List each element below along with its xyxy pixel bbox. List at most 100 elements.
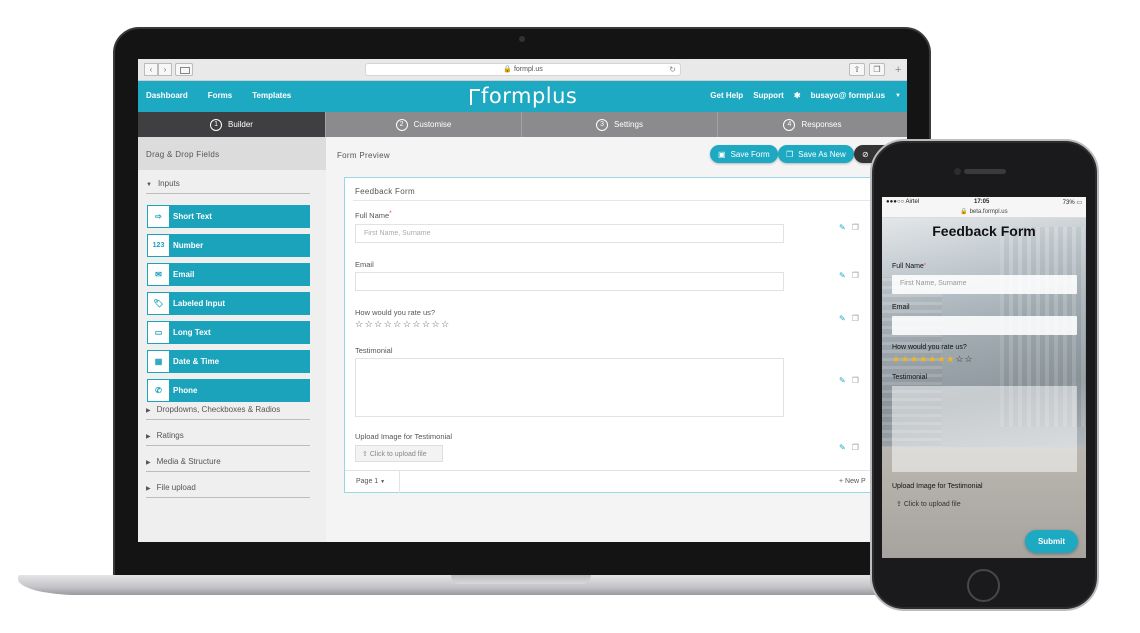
- user-menu[interactable]: busayo@ formpl.us: [811, 91, 885, 100]
- edit-icon[interactable]: ✎: [839, 271, 846, 280]
- step-customise[interactable]: 2 Customise: [326, 112, 522, 137]
- field-labeled-input[interactable]: 🏷 Labeled Input: [147, 292, 310, 315]
- step-responses[interactable]: 4 Responses: [718, 112, 907, 137]
- field-label: Date & Time: [173, 357, 220, 366]
- sidebar-toggle-icon[interactable]: [175, 63, 193, 76]
- section-label: Ratings: [156, 431, 184, 440]
- phone-rating-stars[interactable]: ★★★★★★★☆☆: [892, 354, 974, 365]
- caret-down-icon: ▼: [146, 182, 152, 188]
- share-icon[interactable]: ⇧: [849, 63, 865, 76]
- stars-empty: ☆☆: [955, 354, 974, 364]
- new-page-button[interactable]: + New P: [839, 478, 866, 485]
- get-help-link[interactable]: Get Help: [710, 91, 743, 100]
- phone-camera: [954, 168, 961, 175]
- lock-icon: 🔒: [503, 66, 512, 73]
- testimonial-textarea[interactable]: [355, 358, 784, 417]
- field-date-time[interactable]: ▦ Date & Time: [147, 350, 310, 373]
- duplicate-icon[interactable]: ❐: [852, 271, 859, 280]
- logo-text: formplus: [481, 84, 578, 108]
- nav-dashboard[interactable]: Dashboard: [146, 91, 188, 100]
- phone-upload-button[interactable]: ⇪ Click to upload file: [896, 500, 961, 508]
- caret-down-icon[interactable]: ▼: [895, 93, 901, 99]
- home-button[interactable]: [967, 569, 1000, 602]
- upload-icon: ⇪: [896, 501, 902, 508]
- tabs-icon[interactable]: ❐: [869, 63, 885, 76]
- rating-stars[interactable]: ☆☆☆☆☆☆☆☆☆☆: [355, 319, 451, 330]
- section-ratings[interactable]: ▶ Ratings: [146, 431, 310, 446]
- field-long-text[interactable]: ▭ Long Text: [147, 321, 310, 344]
- nav-templates[interactable]: Templates: [252, 91, 291, 100]
- save-icon: ▣: [718, 149, 726, 159]
- submit-button[interactable]: Submit: [1025, 530, 1078, 553]
- tag-icon: 🏷: [148, 293, 169, 314]
- nav-forms[interactable]: Forms: [208, 91, 232, 100]
- fields-sidebar: Drag & Drop Fields ▼ Inputs ⇨ Short Text 1…: [138, 137, 326, 542]
- stars-filled: ★★★★★★★: [892, 354, 956, 364]
- upload-icon: ⇪: [362, 451, 368, 458]
- full-name-input[interactable]: First Name, Surname: [355, 224, 784, 243]
- step-number: 4: [783, 118, 796, 131]
- upload-button[interactable]: ⇪ Click to upload file: [355, 445, 443, 462]
- page-selector[interactable]: Page 1 ▼: [345, 471, 400, 493]
- field-short-text[interactable]: ⇨ Short Text: [147, 205, 310, 228]
- field-phone[interactable]: ✆ Phone: [147, 379, 310, 402]
- reload-icon[interactable]: ↻: [669, 64, 676, 75]
- phone-address-bar[interactable]: 🔒 beta.formpl.us: [882, 208, 1086, 218]
- phone-testimonial-label: Testimonial: [892, 374, 928, 381]
- support-link[interactable]: Support: [753, 91, 784, 100]
- phone-rating-label: How would you rate us?: [892, 344, 967, 351]
- edit-icon[interactable]: ✎: [839, 443, 846, 452]
- form-title: Feedback Form: [355, 187, 415, 196]
- back-icon[interactable]: ‹: [144, 63, 158, 76]
- phone-full-name-input[interactable]: First Name, Surname: [892, 275, 1077, 294]
- address-bar[interactable]: 🔒 formpl.us ↻: [365, 63, 681, 76]
- step-number: 1: [210, 118, 223, 131]
- formplus-logo[interactable]: formplus: [470, 84, 577, 108]
- duplicate-icon[interactable]: ❐: [852, 376, 859, 385]
- email-input[interactable]: [355, 272, 784, 291]
- duplicate-icon[interactable]: ❐: [852, 314, 859, 323]
- step-label: Builder: [228, 120, 253, 129]
- textarea-icon: ▭: [148, 322, 169, 343]
- field-actions: ✎ ❐: [839, 271, 859, 280]
- phone-full-name-label: Full Name*: [892, 263, 926, 270]
- laptop-camera: [519, 36, 525, 42]
- phone-full-name-text: Full Name: [892, 263, 924, 270]
- full-name-label-text: Full Name: [355, 211, 390, 220]
- phone-testimonial-textarea[interactable]: [892, 386, 1077, 472]
- section-label: Inputs: [157, 179, 180, 188]
- step-label: Responses: [801, 120, 842, 129]
- step-builder[interactable]: 1 Builder: [138, 112, 326, 137]
- edit-icon[interactable]: ✎: [839, 314, 846, 323]
- edit-icon[interactable]: ✎: [839, 223, 846, 232]
- field-email[interactable]: ✉ Email: [147, 263, 310, 286]
- section-dropdowns[interactable]: ▶ Dropdowns, Checkboxes & Radios: [146, 405, 310, 420]
- save-form-button[interactable]: ▣ Save Form: [710, 145, 778, 163]
- new-tab-icon[interactable]: +: [895, 65, 901, 76]
- field-number[interactable]: 123 Number: [147, 234, 310, 257]
- duplicate-icon[interactable]: ❐: [852, 223, 859, 232]
- field-actions: ✎ ❐: [839, 443, 859, 452]
- section-label: Media & Structure: [156, 457, 221, 466]
- save-as-new-button[interactable]: ❐ Save As New: [778, 145, 854, 163]
- browser-nav: ‹ ›: [144, 63, 172, 76]
- section-media-structure[interactable]: ▶ Media & Structure: [146, 457, 310, 472]
- gear-icon[interactable]: ✱: [794, 91, 801, 100]
- step-settings[interactable]: 3 Settings: [522, 112, 718, 137]
- duplicate-icon[interactable]: ❐: [852, 443, 859, 452]
- save-form-label: Save Form: [730, 149, 770, 159]
- form-preview-title: Form Preview: [337, 151, 390, 160]
- step-number: 2: [395, 118, 408, 131]
- testimonial-label: Testimonial: [355, 346, 393, 355]
- phone-email-input[interactable]: [892, 316, 1077, 335]
- section-file-upload[interactable]: ▶ File upload: [146, 483, 310, 498]
- app-header: Dashboard Forms Templates formplus Get H…: [138, 81, 907, 112]
- field-actions: ✎ ❐: [839, 314, 859, 323]
- number-icon: 123: [148, 235, 169, 256]
- section-inputs[interactable]: ▼ Inputs: [146, 179, 310, 194]
- lock-icon: 🔒: [960, 209, 968, 215]
- arrow-right-icon: ⇨: [148, 206, 169, 227]
- edit-icon[interactable]: ✎: [839, 376, 846, 385]
- section-label: File upload: [156, 483, 196, 492]
- forward-icon[interactable]: ›: [158, 63, 172, 76]
